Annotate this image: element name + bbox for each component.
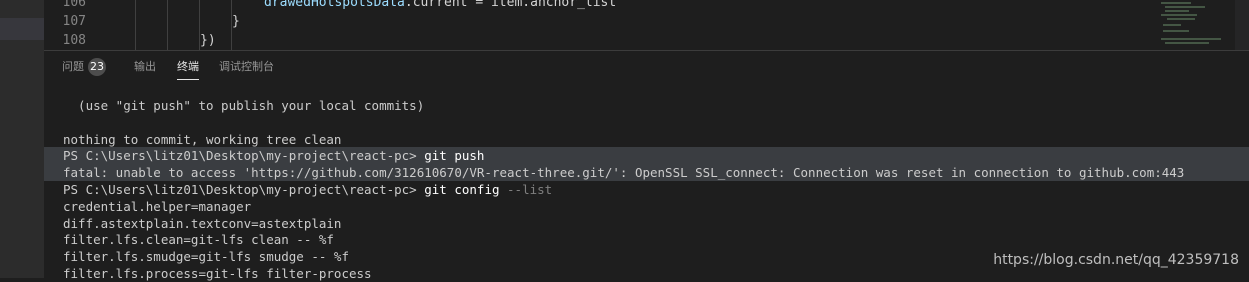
indent-guide (135, 0, 136, 50)
tab-terminal[interactable]: 终端 (177, 57, 199, 80)
tab-output[interactable]: 输出 (134, 57, 156, 77)
indent-guide (167, 0, 168, 50)
code-line: } (232, 14, 240, 29)
editor-scrollbar[interactable] (1235, 0, 1249, 50)
terminal-line: nothing to commit, working tree clean (63, 131, 342, 147)
tab-label: 调试控制台 (219, 60, 274, 73)
tab-label: 输出 (134, 60, 156, 73)
terminal-line: fatal: unable to access 'https://github.… (44, 164, 1249, 182)
terminal-prompt: PS C:\Users\litz01\Desktop\my-project\re… (63, 182, 425, 197)
terminal-command: git push (424, 148, 485, 164)
code-line: drawedHotspotsData.current = item.anchor… (264, 0, 616, 12)
code-editor[interactable]: 106 107 108 drawedHotspotsData.current =… (44, 0, 1249, 50)
problems-count-badge: 23 (88, 58, 106, 76)
terminal-line: PS C:\Users\litz01\Desktop\my-project\re… (44, 181, 1249, 198)
tab-label: 终端 (177, 60, 199, 73)
line-number: 108 (62, 33, 86, 48)
terminal-line: credential.helper=manager (63, 198, 252, 214)
tab-debug-console[interactable]: 调试控制台 (219, 57, 274, 77)
bottom-panel: 问题 23 输出 终端 调试控制台 (use "git push" to publ… (44, 50, 1249, 281)
activity-bar (0, 0, 44, 278)
line-number: 107 (62, 14, 86, 29)
minimap[interactable] (1159, 0, 1229, 50)
code-token: drawedHotspotsData (264, 0, 405, 10)
tab-label: 问题 (62, 60, 84, 73)
line-number: 106 (62, 0, 86, 10)
terminal-prompt: PS C:\Users\litz01\Desktop\my-project\re… (63, 148, 425, 164)
terminal-line: filter.lfs.clean=git-lfs clean -- %f (63, 232, 334, 248)
terminal-command: git config (424, 182, 500, 197)
terminal-line: PS C:\Users\litz01\Desktop\my-project\re… (44, 147, 1249, 165)
terminal-command-arg: --list (499, 182, 553, 197)
activity-selected-item[interactable] (0, 18, 44, 40)
code-token: .current = item.anchor_list (404, 0, 617, 10)
terminal-line: diff.astextplain.textconv=astextplain (63, 215, 342, 231)
code-line: }) (200, 33, 216, 48)
watermark: https://blog.csdn.net/qq_42359718 (993, 252, 1239, 268)
tab-problems[interactable]: 问题 23 (62, 57, 106, 77)
terminal-line: (use "git push" to publish your local co… (63, 98, 425, 113)
panel-tabs: 问题 23 输出 终端 调试控制台 (44, 51, 1249, 83)
